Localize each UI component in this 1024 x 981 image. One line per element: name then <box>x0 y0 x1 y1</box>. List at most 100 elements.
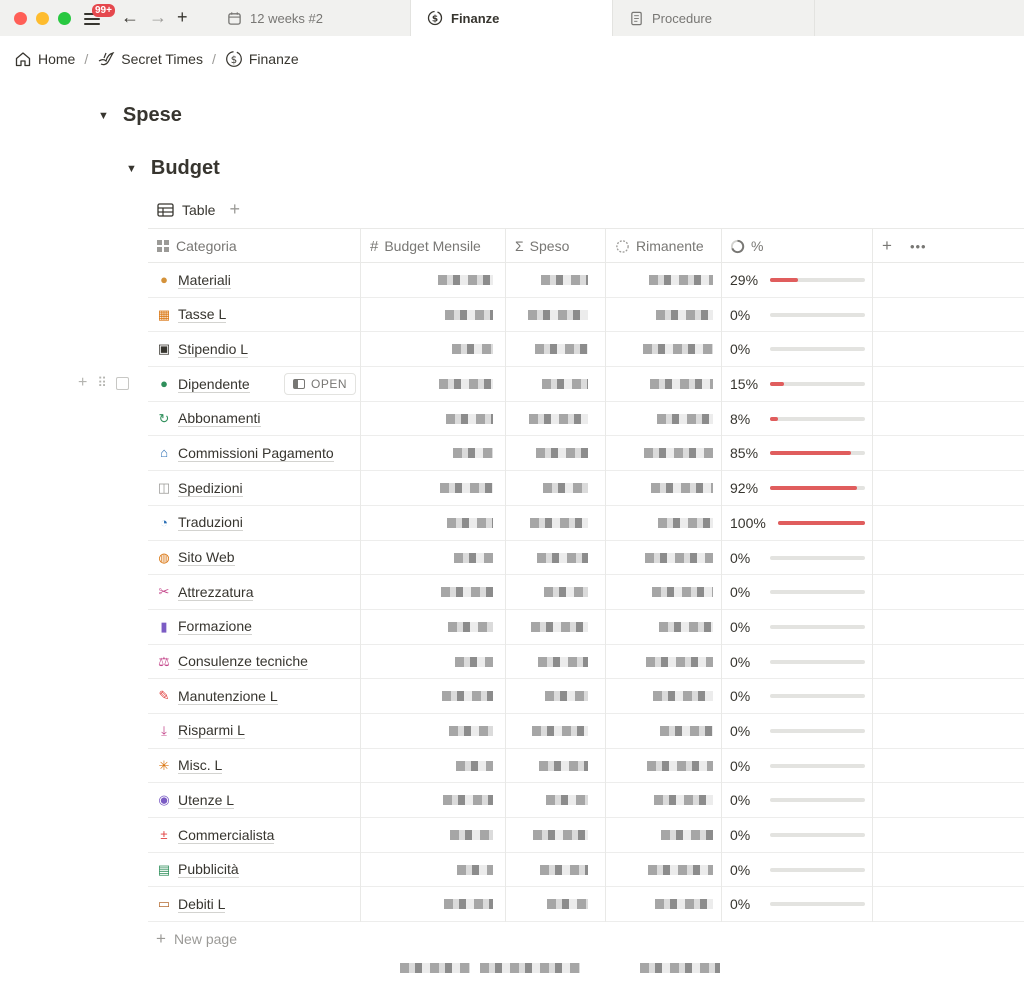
zoom-window-button[interactable] <box>58 12 71 25</box>
tab-finanze[interactable]: $ Finanze <box>411 0 613 36</box>
breadcrumb-home[interactable]: Home <box>14 50 75 68</box>
redacted-value <box>457 864 493 875</box>
table-row[interactable]: ● Dipendente OPEN 15% <box>148 367 1024 402</box>
category-cell[interactable]: ⌂ Commissioni Pagamento <box>156 436 334 470</box>
column-header-rimanente[interactable]: Rimanente <box>607 229 721 263</box>
caret-down-icon[interactable]: ▼ <box>126 163 137 175</box>
category-cell[interactable]: ⤓ Risparmi L <box>156 714 245 748</box>
view-tab-label: Table <box>182 201 216 218</box>
column-header-speso[interactable]: Σ Speso <box>507 229 606 263</box>
table-row[interactable]: ▣ Stipendio L 0% <box>148 332 1024 368</box>
toggle-heading-budget[interactable]: ▼ Budget <box>126 157 220 180</box>
percent-value: 100% <box>730 514 766 531</box>
forward-arrow-icon[interactable]: → <box>149 6 167 28</box>
redacted-value <box>440 483 493 494</box>
table-row[interactable]: ● Materiali 29% <box>148 263 1024 298</box>
tab-procedure[interactable]: Procedure <box>613 0 815 36</box>
new-page-row[interactable]: + New page <box>148 922 1024 957</box>
drag-handle-icon[interactable]: ⠿ <box>97 375 106 391</box>
percent-value: 0% <box>730 306 751 323</box>
percent-value: 0% <box>730 861 751 878</box>
table-row[interactable]: ◔ Traduzioni 100% <box>148 505 1024 541</box>
close-window-button[interactable] <box>14 12 27 25</box>
percent-value: 0% <box>730 584 751 601</box>
new-page-button[interactable]: + New page <box>156 922 237 956</box>
column-header-categoria[interactable]: Categoria <box>148 229 360 263</box>
table-row[interactable]: ✎ Manutenzione L 0% <box>148 679 1024 714</box>
new-tab-plus-icon[interactable]: + <box>177 6 188 28</box>
table-row[interactable]: ⌂ Commissioni Pagamento 85% <box>148 436 1024 472</box>
category-cell[interactable]: ⚖ Consulenze tecniche <box>156 645 308 679</box>
redacted-value <box>546 795 588 806</box>
table-row[interactable]: ⤓ Risparmi L 0% <box>148 713 1024 749</box>
minimize-window-button[interactable] <box>36 12 49 25</box>
category-cell[interactable]: ▤ Pubblicità <box>156 853 239 887</box>
redacted-value <box>660 725 713 736</box>
row-hover-tools: + ⠿ <box>78 374 129 392</box>
category-cell[interactable]: ± Commercialista <box>156 818 275 852</box>
redacted-value <box>443 795 493 806</box>
category-cell[interactable]: ✳ Misc. L <box>156 749 223 783</box>
budget-table: Categoria # Budget Mensile Σ Speso Riman… <box>148 228 1024 957</box>
category-cell[interactable]: ✎ Manutenzione L <box>156 679 278 713</box>
view-tab-table[interactable]: Table + <box>157 199 240 220</box>
calendar-icon <box>228 11 241 25</box>
category-cell[interactable]: ▦ Tasse L <box>156 298 227 332</box>
category-cell[interactable]: ● Dipendente <box>156 367 250 401</box>
breadcrumb-label: Secret Times <box>121 51 203 67</box>
category-cell[interactable]: ◔ Traduzioni <box>156 506 243 540</box>
add-row-plus-icon[interactable]: + <box>78 374 87 392</box>
category-cell[interactable]: ▣ Stipendio L <box>156 332 249 366</box>
toggle-heading-spese[interactable]: ▼ Spese <box>98 104 182 127</box>
table-row[interactable]: ± Commercialista 0% <box>148 818 1024 853</box>
add-view-plus-icon[interactable]: + <box>229 199 240 220</box>
category-cell[interactable]: ◫ Spedizioni <box>156 471 243 505</box>
category-cell[interactable]: ✂ Attrezzatura <box>156 575 254 609</box>
heading-text: Spese <box>122 104 182 126</box>
table-row[interactable]: ▤ Pubblicità 0% <box>148 852 1024 888</box>
redacted-value <box>656 309 713 320</box>
category-cell[interactable]: ▭ Debiti L <box>156 887 226 921</box>
table-row[interactable]: ⚖ Consulenze tecniche 0% <box>148 644 1024 680</box>
table-row[interactable]: ▦ Tasse L 0% <box>148 297 1024 333</box>
more-options-icon[interactable]: ••• <box>910 239 927 254</box>
breadcrumb-secret-times[interactable]: Secret Times <box>97 50 203 68</box>
category-cell[interactable]: ◍ Sito Web <box>156 541 235 575</box>
table-row[interactable]: ◫ Spedizioni 92% <box>148 471 1024 506</box>
progress-bar <box>770 312 865 317</box>
row-select-checkbox[interactable] <box>115 376 129 390</box>
notification-badge: 99+ <box>92 4 115 17</box>
category-cell[interactable]: ● Materiali <box>156 263 231 297</box>
redacted-value <box>646 656 713 667</box>
category-name: Abbonamenti <box>178 410 261 428</box>
add-property-plus-icon[interactable]: + <box>882 236 892 256</box>
svg-text:$: $ <box>432 15 438 25</box>
open-page-button[interactable]: OPEN <box>284 373 357 396</box>
redacted-value <box>532 725 588 736</box>
table-row[interactable]: ◉ Utenze L 0% <box>148 783 1024 818</box>
category-cell[interactable]: ▮ Formazione <box>156 610 252 644</box>
redacted-value <box>543 483 588 494</box>
category-name: Pubblicità <box>178 861 239 879</box>
category-cell[interactable]: ↻ Abbonamenti <box>156 402 261 436</box>
table-row[interactable]: ▮ Formazione 0% <box>148 609 1024 645</box>
table-row[interactable]: ◍ Sito Web 0% <box>148 540 1024 576</box>
column-header-percent[interactable]: % <box>722 229 872 263</box>
redacted-value <box>652 587 713 598</box>
category-name: Commissioni Pagamento <box>178 444 334 462</box>
open-side-peek-icon <box>293 379 305 390</box>
new-page-label: New page <box>173 931 237 948</box>
breadcrumb-finanze[interactable]: $ Finanze <box>225 50 299 68</box>
back-arrow-icon[interactable]: ← <box>121 6 139 28</box>
column-header-budget-mensile[interactable]: # Budget Mensile <box>362 229 505 263</box>
table-row[interactable]: ✳ Misc. L 0% <box>148 748 1024 784</box>
caret-down-icon[interactable]: ▼ <box>98 110 109 122</box>
tab-12-weeks[interactable]: 12 weeks #2 <box>211 0 411 36</box>
category-name: Debiti L <box>178 895 226 913</box>
table-row[interactable]: ✂ Attrezzatura 0% <box>148 575 1024 610</box>
table-row[interactable]: ↻ Abbonamenti 8% <box>148 401 1024 437</box>
category-cell[interactable]: ◉ Utenze L <box>156 783 235 817</box>
progress-bar <box>770 833 865 837</box>
redacted-value <box>455 656 493 667</box>
table-row[interactable]: ▭ Debiti L 0% <box>148 887 1024 923</box>
